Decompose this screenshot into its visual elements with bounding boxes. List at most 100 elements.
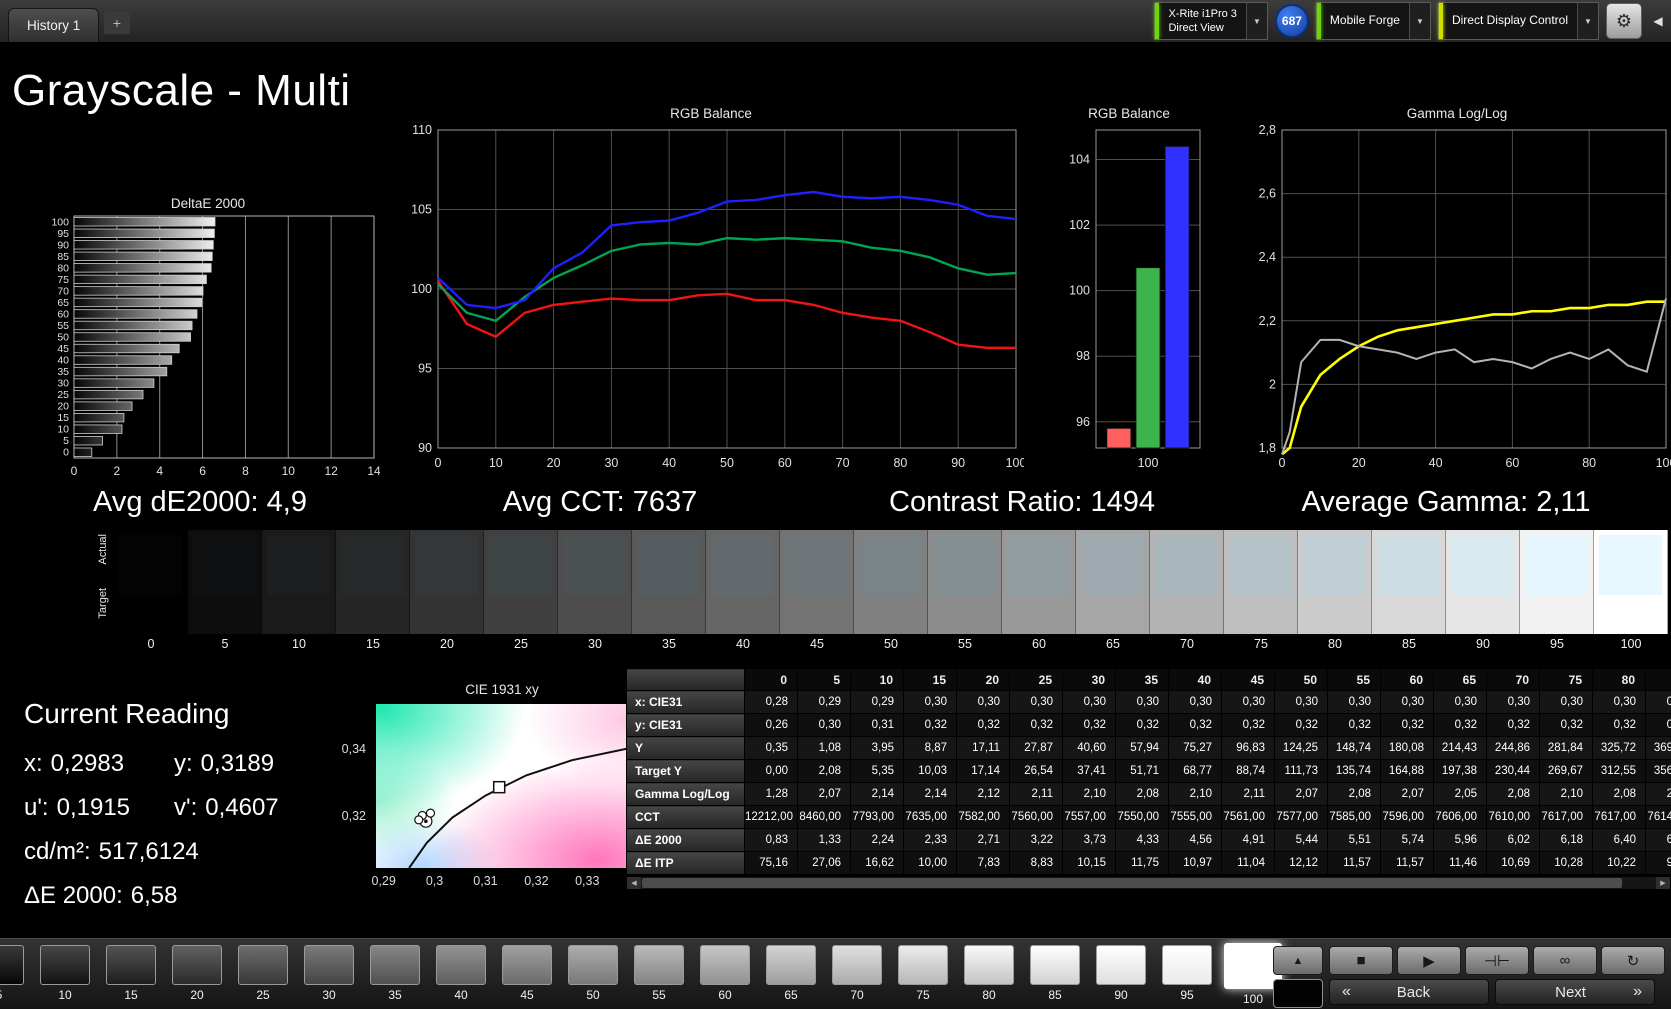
play-button[interactable]: ▶ [1397, 946, 1461, 975]
continuous-read-button[interactable]: ∞ [1533, 946, 1597, 975]
add-tab-button[interactable]: + [104, 12, 130, 34]
pattern-level-button[interactable]: 90 [1088, 945, 1154, 1006]
pattern-level-button[interactable]: 70 [824, 945, 890, 1006]
table-scrollbar[interactable]: ◀ ▶ [626, 876, 1671, 890]
table-cell: 17,11 [957, 737, 1010, 760]
pattern-level-button[interactable]: 75 [890, 945, 956, 1006]
display-control-dropdown[interactable]: Direct Display Control ▼ [1438, 2, 1599, 40]
next-button[interactable]: Next » [1495, 979, 1655, 1005]
table-cell: 2,10 [1063, 783, 1116, 806]
pattern-level-button[interactable]: 25 [230, 945, 296, 1006]
swatch-level-label: 85 [1372, 634, 1446, 656]
collapse-panel-button[interactable]: ◀ [1649, 4, 1667, 38]
deltae-bar [74, 310, 197, 319]
next-arrows-icon: » [1633, 983, 1642, 1001]
axis-tick-label: 90 [418, 441, 432, 455]
pattern-level-button[interactable]: 60 [692, 945, 758, 1006]
meter-dropdown-chevron[interactable]: ▼ [1246, 3, 1267, 39]
table-cell: 356,90 [1646, 760, 1671, 783]
axis-tick-label: 102 [1069, 218, 1090, 232]
source-dropdown[interactable]: Mobile Forge ▼ [1316, 2, 1431, 40]
table-cell: 7561,00 [1222, 806, 1275, 829]
loop-button[interactable]: ↻ [1601, 946, 1665, 975]
plus-icon: + [113, 15, 121, 31]
pattern-level-swatch [172, 945, 222, 985]
pattern-level-label: 40 [454, 988, 467, 1002]
table-cell: 3,22 [1010, 829, 1063, 852]
settings-button[interactable]: ⚙ [1606, 3, 1642, 39]
step-button[interactable]: ⊣⊢ [1465, 946, 1529, 975]
pattern-level-button[interactable]: 80 [956, 945, 1022, 1006]
pattern-level-label: 20 [190, 988, 203, 1002]
table-cell: 12212,00 [745, 806, 798, 829]
table-cell: 10,03 [904, 760, 957, 783]
back-arrows-icon: « [1342, 983, 1351, 1001]
pattern-level-button[interactable]: 65 [758, 945, 824, 1006]
swatch-actual-area [1155, 535, 1218, 595]
pattern-level-button[interactable]: 85 [1022, 945, 1088, 1006]
tab-history-1[interactable]: History 1 [8, 8, 99, 42]
pattern-level-label: 25 [256, 988, 269, 1002]
table-cell: 2,14 [904, 783, 957, 806]
table-cell: 269,67 [1540, 760, 1593, 783]
axis-tick-label: 2,2 [1259, 314, 1276, 328]
source-dropdown-text: Mobile Forge [1321, 3, 1409, 39]
grayscale-swatch: 40 [706, 530, 780, 656]
swatch-level-label: 70 [1150, 634, 1224, 656]
meter-dropdown[interactable]: X-Rite i1Pro 3 Direct View ▼ [1154, 2, 1267, 40]
axis-tick-label: 10 [282, 464, 296, 478]
swatch-axis-labels: Actual Target [96, 530, 114, 656]
rgb-balance-line-chart: 01020304050607080901009095100105110 [398, 122, 1024, 472]
step-icon: ⊣⊢ [1484, 952, 1510, 970]
axis-tick-label: 0,3 [426, 874, 443, 888]
display-dropdown-chevron[interactable]: ▼ [1577, 3, 1598, 39]
pattern-up-button[interactable]: ▲ [1273, 946, 1323, 975]
pattern-window-button[interactable] [1273, 979, 1323, 1008]
table-cell: 10,28 [1540, 852, 1593, 875]
table-cell: 6,18 [1540, 829, 1593, 852]
table-column-header: 55 [1328, 669, 1381, 691]
table-cell: 0,28 [745, 691, 798, 714]
pattern-level-button[interactable]: 40 [428, 945, 494, 1006]
stop-button[interactable]: ■ [1329, 946, 1393, 975]
table-cell: 10,22 [1593, 852, 1646, 875]
swatch-target-area [706, 530, 780, 634]
pattern-level-button[interactable]: 5 [0, 945, 32, 1006]
scroll-right-button[interactable]: ▶ [1656, 877, 1670, 889]
pattern-level-button[interactable]: 30 [296, 945, 362, 1006]
pattern-level-button[interactable]: 10 [32, 945, 98, 1006]
pattern-level-button[interactable]: 55 [626, 945, 692, 1006]
pattern-level-button[interactable]: 50 [560, 945, 626, 1006]
table-cell: 214,43 [1434, 737, 1487, 760]
axis-tick-label: 75 [57, 274, 69, 286]
pattern-level-button[interactable]: 35 [362, 945, 428, 1006]
back-button[interactable]: « Back [1329, 979, 1489, 1005]
grayscale-swatch: 5 [188, 530, 262, 656]
swatch-actual-area [1377, 535, 1440, 595]
table-cell: 0,32 [957, 714, 1010, 737]
swatch-target-area [484, 530, 558, 634]
reading-y: y:0,3189 [174, 750, 354, 778]
pattern-level-swatch [1030, 945, 1080, 985]
table-cell: 2,08 [798, 760, 851, 783]
pattern-level-button[interactable]: 15 [98, 945, 164, 1006]
table-cell: 312,55 [1593, 760, 1646, 783]
grayscale-swatch: 45 [780, 530, 854, 656]
scrollbar-thumb[interactable] [642, 878, 1622, 888]
table-cell: 7582,00 [957, 806, 1010, 829]
blue-bar [1165, 146, 1189, 448]
pattern-level-button[interactable]: 95 [1154, 945, 1220, 1006]
pattern-level-button[interactable]: 20 [164, 945, 230, 1006]
pattern-level-label: 15 [124, 988, 137, 1002]
reading-de2000: ΔE 2000:6,58 [24, 882, 354, 910]
table-cell: 148,74 [1328, 737, 1381, 760]
scroll-left-button[interactable]: ◀ [627, 877, 641, 889]
pattern-level-button[interactable]: 45 [494, 945, 560, 1006]
table-column-header: 80 [1593, 669, 1646, 691]
table-cell: 7577,00 [1275, 806, 1328, 829]
table-cell: 7560,00 [1010, 806, 1063, 829]
rgb-bar-chart-title: RGB Balance [1054, 106, 1204, 122]
pattern-level-label: 65 [784, 988, 797, 1002]
source-dropdown-chevron[interactable]: ▼ [1409, 3, 1430, 39]
table-cell: 40,60 [1063, 737, 1116, 760]
